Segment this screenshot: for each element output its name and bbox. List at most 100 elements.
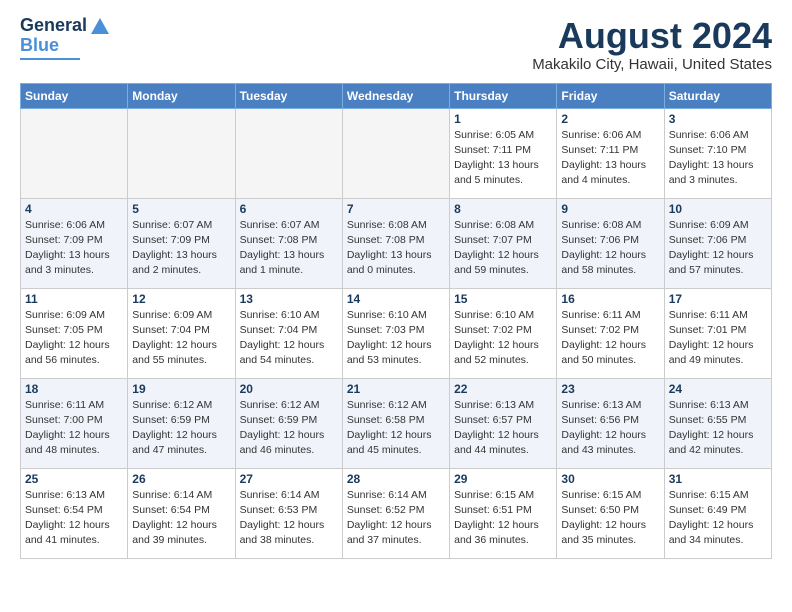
day-of-week-header: Tuesday (235, 83, 342, 108)
day-info: Sunrise: 6:14 AMSunset: 6:54 PMDaylight:… (132, 488, 230, 549)
day-number: 17 (669, 292, 767, 306)
day-info: Sunrise: 6:07 AMSunset: 7:08 PMDaylight:… (240, 218, 338, 279)
day-number: 6 (240, 202, 338, 216)
day-info: Sunrise: 6:11 AMSunset: 7:00 PMDaylight:… (25, 398, 123, 459)
day-number: 18 (25, 382, 123, 396)
day-number: 5 (132, 202, 230, 216)
day-number: 19 (132, 382, 230, 396)
title-block: August 2024 Makakilo City, Hawaii, Unite… (532, 16, 772, 73)
day-number: 11 (25, 292, 123, 306)
calendar-day-cell: 19 Sunrise: 6:12 AMSunset: 6:59 PMDayligh… (128, 378, 235, 468)
day-info: Sunrise: 6:14 AMSunset: 6:53 PMDaylight:… (240, 488, 338, 549)
day-info: Sunrise: 6:12 AMSunset: 6:59 PMDaylight:… (240, 398, 338, 459)
day-info: Sunrise: 6:08 AMSunset: 7:08 PMDaylight:… (347, 218, 445, 279)
calendar-day-cell: 6 Sunrise: 6:07 AMSunset: 7:08 PMDaylight… (235, 198, 342, 288)
calendar-day-cell: 23 Sunrise: 6:13 AMSunset: 6:56 PMDayligh… (557, 378, 664, 468)
day-info: Sunrise: 6:14 AMSunset: 6:52 PMDaylight:… (347, 488, 445, 549)
calendar-day-cell: 30Sunrise: 6:15 AMSunset: 6:50 PMDayligh… (557, 468, 664, 558)
day-info: Sunrise: 6:12 AMSunset: 6:59 PMDaylight:… (132, 398, 230, 459)
calendar-day-cell (342, 108, 449, 198)
calendar-day-cell: 11 Sunrise: 6:09 AMSunset: 7:05 PMDayligh… (21, 288, 128, 378)
logo-triangle-icon (91, 18, 109, 34)
day-info: Sunrise: 6:12 AMSunset: 6:58 PMDaylight:… (347, 398, 445, 459)
day-info: Sunrise: 6:08 AMSunset: 7:06 PMDaylight:… (561, 218, 659, 279)
day-of-week-header: Friday (557, 83, 664, 108)
day-number: 12 (132, 292, 230, 306)
day-number: 8 (454, 202, 552, 216)
day-number: 28 (347, 472, 445, 486)
day-number: 3 (669, 112, 767, 126)
calendar-day-cell: 9 Sunrise: 6:08 AMSunset: 7:06 PMDaylight… (557, 198, 664, 288)
day-number: 20 (240, 382, 338, 396)
day-of-week-header: Monday (128, 83, 235, 108)
day-info: Sunrise: 6:09 AMSunset: 7:06 PMDaylight:… (669, 218, 767, 279)
day-of-week-header: Saturday (664, 83, 771, 108)
calendar-day-cell: 31 Sunrise: 6:15 AMSunset: 6:49 PMDayligh… (664, 468, 771, 558)
day-info: Sunrise: 6:07 AMSunset: 7:09 PMDaylight:… (132, 218, 230, 279)
calendar-day-cell: 17 Sunrise: 6:11 AMSunset: 7:01 PMDayligh… (664, 288, 771, 378)
calendar-day-cell: 14 Sunrise: 6:10 AMSunset: 7:03 PMDayligh… (342, 288, 449, 378)
calendar-week-row: 4 Sunrise: 6:06 AMSunset: 7:09 PMDaylight… (21, 198, 772, 288)
day-info: Sunrise: 6:15 AMSunset: 6:51 PMDaylight:… (454, 488, 552, 549)
day-number: 30 (561, 472, 659, 486)
calendar-week-row: 1Sunrise: 6:05 AMSunset: 7:11 PMDaylight… (21, 108, 772, 198)
day-number: 14 (347, 292, 445, 306)
day-info: Sunrise: 6:06 AMSunset: 7:11 PMDaylight:… (561, 128, 659, 189)
day-of-week-header: Thursday (450, 83, 557, 108)
day-number: 21 (347, 382, 445, 396)
calendar-day-cell: 16Sunrise: 6:11 AMSunset: 7:02 PMDayligh… (557, 288, 664, 378)
day-number: 9 (561, 202, 659, 216)
calendar-day-cell: 25 Sunrise: 6:13 AMSunset: 6:54 PMDayligh… (21, 468, 128, 558)
days-of-week-row: SundayMondayTuesdayWednesdayThursdayFrid… (21, 83, 772, 108)
day-info: Sunrise: 6:09 AMSunset: 7:05 PMDaylight:… (25, 308, 123, 369)
day-number: 10 (669, 202, 767, 216)
calendar-body: 1Sunrise: 6:05 AMSunset: 7:11 PMDaylight… (21, 108, 772, 558)
calendar-day-cell: 13Sunrise: 6:10 AMSunset: 7:04 PMDayligh… (235, 288, 342, 378)
subtitle: Makakilo City, Hawaii, United States (532, 56, 772, 73)
day-info: Sunrise: 6:15 AMSunset: 6:49 PMDaylight:… (669, 488, 767, 549)
day-info: Sunrise: 6:13 AMSunset: 6:56 PMDaylight:… (561, 398, 659, 459)
calendar-day-cell: 15Sunrise: 6:10 AMSunset: 7:02 PMDayligh… (450, 288, 557, 378)
day-info: Sunrise: 6:10 AMSunset: 7:03 PMDaylight:… (347, 308, 445, 369)
calendar-day-cell: 7Sunrise: 6:08 AMSunset: 7:08 PMDaylight… (342, 198, 449, 288)
day-number: 16 (561, 292, 659, 306)
calendar-day-cell: 8 Sunrise: 6:08 AMSunset: 7:07 PMDaylight… (450, 198, 557, 288)
calendar-day-cell: 4 Sunrise: 6:06 AMSunset: 7:09 PMDaylight… (21, 198, 128, 288)
calendar-day-cell: 22Sunrise: 6:13 AMSunset: 6:57 PMDayligh… (450, 378, 557, 468)
calendar-day-cell: 10 Sunrise: 6:09 AMSunset: 7:06 PMDayligh… (664, 198, 771, 288)
logo-underline (20, 58, 80, 60)
day-number: 26 (132, 472, 230, 486)
calendar-day-cell: 29 Sunrise: 6:15 AMSunset: 6:51 PMDayligh… (450, 468, 557, 558)
page-header: General Blue August 2024 Makakilo City, … (20, 16, 772, 73)
day-info: Sunrise: 6:13 AMSunset: 6:54 PMDaylight:… (25, 488, 123, 549)
day-of-week-header: Sunday (21, 83, 128, 108)
calendar-day-cell: 20 Sunrise: 6:12 AMSunset: 6:59 PMDayligh… (235, 378, 342, 468)
day-info: Sunrise: 6:08 AMSunset: 7:07 PMDaylight:… (454, 218, 552, 279)
day-number: 25 (25, 472, 123, 486)
day-info: Sunrise: 6:11 AMSunset: 7:01 PMDaylight:… (669, 308, 767, 369)
day-number: 27 (240, 472, 338, 486)
calendar-day-cell: 1Sunrise: 6:05 AMSunset: 7:11 PMDaylight… (450, 108, 557, 198)
calendar-header: SundayMondayTuesdayWednesdayThursdayFrid… (21, 83, 772, 108)
calendar-day-cell: 5 Sunrise: 6:07 AMSunset: 7:09 PMDaylight… (128, 198, 235, 288)
calendar-week-row: 18 Sunrise: 6:11 AMSunset: 7:00 PMDayligh… (21, 378, 772, 468)
calendar-day-cell: 18 Sunrise: 6:11 AMSunset: 7:00 PMDayligh… (21, 378, 128, 468)
day-number: 24 (669, 382, 767, 396)
calendar-day-cell: 28 Sunrise: 6:14 AMSunset: 6:52 PMDayligh… (342, 468, 449, 558)
day-info: Sunrise: 6:06 AMSunset: 7:09 PMDaylight:… (25, 218, 123, 279)
calendar-day-cell: 12Sunrise: 6:09 AMSunset: 7:04 PMDayligh… (128, 288, 235, 378)
day-number: 22 (454, 382, 552, 396)
day-number: 4 (25, 202, 123, 216)
logo-text-general: General (20, 16, 87, 36)
day-number: 23 (561, 382, 659, 396)
calendar-day-cell (128, 108, 235, 198)
calendar-day-cell: 3Sunrise: 6:06 AMSunset: 7:10 PMDaylight… (664, 108, 771, 198)
day-number: 31 (669, 472, 767, 486)
calendar-day-cell: 2Sunrise: 6:06 AMSunset: 7:11 PMDaylight… (557, 108, 664, 198)
logo-text-blue: Blue (20, 36, 59, 56)
calendar-day-cell: 21 Sunrise: 6:12 AMSunset: 6:58 PMDayligh… (342, 378, 449, 468)
calendar-week-row: 11 Sunrise: 6:09 AMSunset: 7:05 PMDayligh… (21, 288, 772, 378)
day-info: Sunrise: 6:10 AMSunset: 7:02 PMDaylight:… (454, 308, 552, 369)
day-number: 29 (454, 472, 552, 486)
calendar-day-cell: 27 Sunrise: 6:14 AMSunset: 6:53 PMDayligh… (235, 468, 342, 558)
